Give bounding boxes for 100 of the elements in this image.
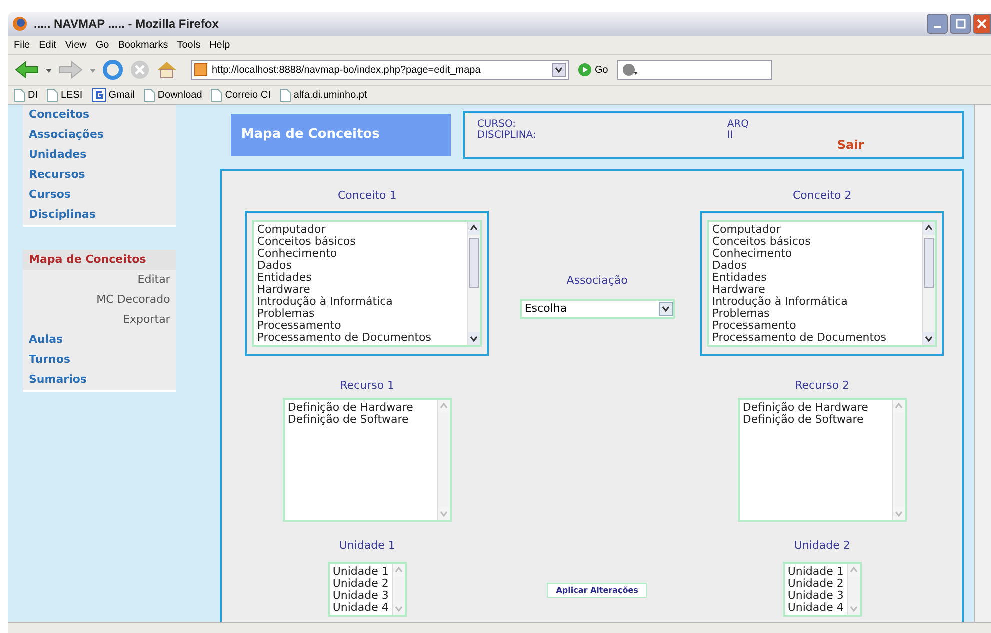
menu-item[interactable]: Edit: [39, 40, 56, 50]
field-label: Associação: [566, 274, 628, 286]
logout-link[interactable]: Sair: [837, 138, 864, 152]
sidebar-subitem[interactable]: Editar: [23, 270, 176, 292]
field-label: Recurso 2: [795, 379, 850, 392]
bookmark-link[interactable]: LESI: [47, 88, 83, 102]
list-option[interactable]: Processamento de Documentos: [257, 332, 464, 344]
sidebar-subitem[interactable]: MC Decorado: [23, 290, 176, 312]
list-option[interactable]: Conceitos básicos: [712, 236, 920, 248]
sidebar-item[interactable]: Unidades: [23, 145, 176, 167]
menu-item[interactable]: View: [65, 40, 87, 50]
page-icon: [211, 88, 222, 102]
apply-button[interactable]: Aplicar Alterações: [547, 582, 648, 598]
info-value: ARQ: [727, 119, 750, 130]
list-option[interactable]: Unidade 1: [788, 566, 844, 578]
page-icon: [47, 88, 58, 102]
list-option[interactable]: Unidade 1: [332, 566, 389, 578]
association-select[interactable]: Escolha: [520, 298, 675, 318]
list-option[interactable]: Entidades: [712, 272, 920, 284]
stop-icon[interactable]: [129, 59, 151, 81]
list-option[interactable]: Problemas: [712, 308, 920, 320]
scroll-down-icon[interactable]: [923, 332, 936, 345]
list-option[interactable]: Entidades: [257, 272, 464, 284]
list-option[interactable]: Unidade 3: [332, 590, 389, 602]
list-option[interactable]: Problemas: [257, 308, 464, 320]
list-option[interactable]: Unidade 4: [788, 602, 844, 614]
g-logo-icon: [92, 88, 106, 102]
menu-item[interactable]: Tools: [177, 40, 201, 50]
list-option[interactable]: Introdução à Informática: [712, 296, 920, 308]
list-option[interactable]: Processamento: [257, 320, 464, 332]
list-option[interactable]: Definição de Software: [288, 414, 434, 426]
sidebar-item[interactable]: Recursos: [23, 165, 176, 187]
list-option[interactable]: Computador: [712, 224, 920, 236]
dropdown-icon[interactable]: [658, 302, 673, 316]
forward-arrow-icon[interactable]: [58, 60, 84, 80]
menu-item[interactable]: Go: [96, 40, 110, 50]
minimize-button[interactable]: [927, 14, 948, 34]
list-option[interactable]: Computador: [257, 224, 464, 236]
list-option[interactable]: Hardware: [257, 284, 464, 296]
sidebar-item[interactable]: Turnos: [23, 350, 176, 372]
field-label: Unidade 1: [339, 539, 396, 552]
menu-item[interactable]: Help: [210, 40, 230, 50]
list-option[interactable]: Dados: [712, 260, 920, 272]
bookmark-link[interactable]: Download: [144, 88, 202, 102]
scrollbar[interactable]: [467, 222, 480, 345]
close-button[interactable]: [973, 14, 991, 34]
page-heading: Mapa de Conceitos: [231, 114, 452, 156]
list-option[interactable]: Introdução à Informática: [257, 296, 464, 308]
bookmark-link[interactable]: DI: [14, 88, 38, 102]
back-arrow-icon[interactable]: [14, 60, 40, 80]
bookmark-link[interactable]: alfa.di.uminho.pt: [280, 88, 368, 102]
list-option[interactable]: Processamento: [712, 320, 920, 332]
search-field[interactable]: [617, 60, 772, 80]
address-field[interactable]: http://localhost:8888/navmap-bo/index.php?page=edit_mapa: [191, 60, 569, 80]
go-button[interactable]: Go: [574, 63, 612, 77]
sidebar-subitem[interactable]: Exportar: [23, 310, 176, 332]
scroll-up-icon[interactable]: [923, 222, 936, 235]
scrollbar[interactable]: [922, 222, 936, 345]
field-label: Conceito 2: [792, 189, 852, 202]
sidebar-item[interactable]: Conceitos: [23, 105, 176, 127]
list-option[interactable]: Conhecimento: [257, 248, 464, 260]
sidebar-item[interactable]: Mapa de Conceitos: [23, 250, 176, 272]
list-option[interactable]: Dados: [257, 260, 464, 272]
list-option[interactable]: Hardware: [712, 284, 920, 296]
concept-listbox[interactable]: Computador Conceitos básicos Conhecimento Dados Entidades Hardware Introdução à Informática Problemas Processamento Processamento de Documentos: [707, 220, 938, 347]
resource-listbox[interactable]: Definição de Hardware Definição de Software: [738, 398, 907, 522]
menu-item[interactable]: Bookmarks: [118, 40, 168, 50]
list-option[interactable]: Conceitos básicos: [257, 236, 464, 248]
sidebar-item[interactable]: Disciplinas: [23, 205, 176, 227]
window-title: ..... NAVMAP ..... - Mozilla Firefox: [34, 17, 219, 31]
resource-listbox[interactable]: Definição de Hardware Definição de Software: [282, 398, 452, 522]
scroll-down-icon[interactable]: [468, 332, 480, 345]
bookmark-link[interactable]: Gmail: [92, 88, 135, 102]
sidebar-item[interactable]: Sumarios: [23, 370, 176, 392]
list-option[interactable]: Unidade 3: [788, 590, 844, 602]
sidebar-item[interactable]: Cursos: [23, 185, 176, 207]
scroll-up-icon[interactable]: [468, 222, 480, 235]
list-option[interactable]: Definição de Hardware: [742, 402, 889, 414]
home-icon[interactable]: [156, 59, 178, 81]
concept-listbox[interactable]: Computador Conceitos básicos Conhecimento Dados Entidades Hardware Introdução à Informática Problemas Processamento Processamento de Documentos: [252, 220, 482, 347]
list-option[interactable]: Unidade 4: [332, 602, 389, 614]
list-option[interactable]: Processamento de Documentos: [712, 332, 920, 344]
sidebar-item[interactable]: Associações: [23, 125, 176, 147]
dropdown-icon[interactable]: [552, 63, 566, 77]
page-scrollbar[interactable]: [974, 105, 991, 622]
field-label: Conceito 1: [338, 189, 397, 202]
list-option[interactable]: Conhecimento: [712, 248, 920, 260]
bookmark-link[interactable]: Correio CI: [211, 88, 271, 102]
list-option[interactable]: Unidade 2: [332, 578, 389, 590]
unit-listbox[interactable]: Unidade 1 Unidade 2 Unidade 3 Unidade 4: [782, 562, 862, 617]
list-option[interactable]: Unidade 2: [788, 578, 844, 590]
maximize-button[interactable]: [950, 14, 971, 34]
globe-icon[interactable]: [621, 62, 640, 78]
list-option[interactable]: Definição de Hardware: [288, 402, 434, 414]
sidebar-item[interactable]: Aulas: [23, 330, 176, 352]
unit-listbox[interactable]: Unidade 1 Unidade 2 Unidade 3 Unidade 4: [328, 562, 407, 617]
reload-icon[interactable]: [102, 59, 124, 81]
list-option[interactable]: Definição de Software: [742, 414, 889, 426]
globe-icon: [12, 16, 28, 32]
menu-item[interactable]: File: [14, 40, 30, 50]
